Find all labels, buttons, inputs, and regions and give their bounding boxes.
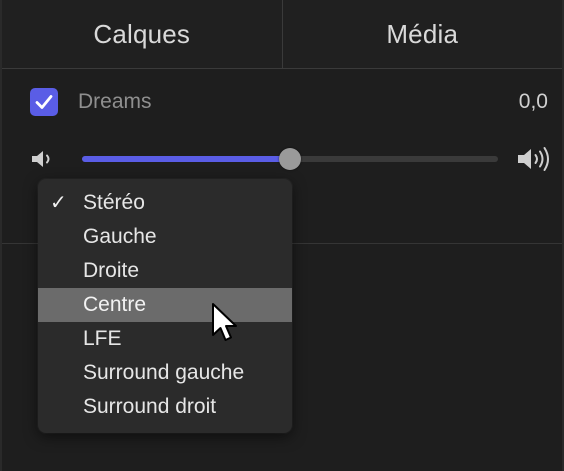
volume-slider-fill [82,156,290,162]
track-enable-checkbox[interactable] [30,88,58,116]
audio-inspector-panel: Calques Média Dreams 0,0 ✓ Stéréo Gauche… [0,0,564,471]
menu-item-stereo[interactable]: ✓ Stéréo [38,186,292,220]
checkmark-icon: ✓ [50,192,67,214]
track-volume-value[interactable]: 0,0 [519,90,548,114]
volume-slider[interactable] [82,148,498,170]
tab-media[interactable]: Média [281,0,563,68]
tab-bar: Calques Média [2,0,562,69]
menu-item-label: Centre [83,293,147,316]
menu-item-label: Droite [83,259,140,282]
menu-item-surround-gauche[interactable]: Surround gauche [38,356,292,390]
tab-calques[interactable]: Calques [2,0,282,68]
speaker-high-icon [518,147,549,171]
track-name: Dreams [78,90,152,113]
menu-item-label: Surround droit [83,395,217,418]
menu-item-droite[interactable]: Droite [38,254,292,288]
menu-item-gauche[interactable]: Gauche [38,220,292,254]
menu-item-label: LFE [83,327,122,350]
checkmark-icon [35,95,53,109]
menu-item-surround-droit[interactable]: Surround droit [38,390,292,424]
menu-item-centre[interactable]: Centre [38,288,292,322]
menu-item-label: Stéréo [83,191,145,214]
speaker-low-icon [32,151,50,167]
menu-item-label: Gauche [83,225,157,248]
menu-item-label: Surround gauche [83,361,245,384]
track-row: Dreams 0,0 [2,68,562,138]
mouse-pointer-icon [212,303,237,341]
volume-slider-knob[interactable] [279,148,301,170]
channel-dropdown-menu: ✓ Stéréo Gauche Droite Centre LFE Surrou… [38,179,292,433]
volume-row [2,138,562,178]
menu-item-lfe[interactable]: LFE [38,322,292,356]
